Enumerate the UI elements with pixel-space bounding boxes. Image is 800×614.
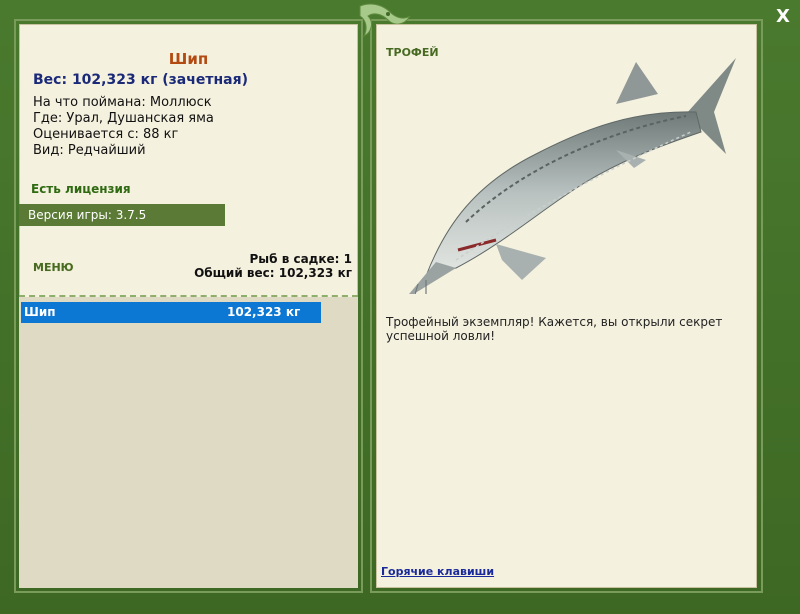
catch-stats: Рыб в садке: 1 Общий вес: 102,323 кг — [194, 252, 352, 280]
license-status: Есть лицензия — [31, 182, 131, 196]
total-weight: Общий вес: 102,323 кг — [194, 266, 352, 280]
close-button[interactable]: X — [772, 6, 794, 28]
fish-name: Шип — [168, 50, 209, 68]
menu-button[interactable]: МЕНЮ — [33, 261, 74, 274]
fish-location: Где: Урал, Душанская яма — [33, 111, 214, 126]
fish-valued-from: Оценивается с: 88 кг — [33, 127, 179, 142]
catch-list — [19, 297, 358, 588]
trophy-description: Трофейный экземпляр! Кажется, вы открыли… — [386, 315, 723, 343]
catch-row-weight: 102,323 кг — [227, 305, 301, 319]
catch-list-row[interactable]: Шип 102,323 кг — [21, 302, 321, 323]
sturgeon-image — [409, 58, 736, 294]
fish-kind: Вид: Редчайший — [33, 143, 146, 158]
catch-row-name: Шип — [24, 305, 56, 319]
trophy-panel: ТРОФЕЙ Трофейный экземпляр! Кажется, вы … — [376, 24, 757, 588]
fish-count: Рыб в садке: 1 — [249, 252, 353, 266]
hotkeys-link[interactable]: Горячие клавиши — [381, 565, 494, 578]
fish-info-panel: Шип Вес: 102,323 кг (зачетная) На что по… — [19, 24, 358, 588]
game-version: Версия игры: 3.7.5 — [19, 204, 225, 226]
fish-weight: Вес: 102,323 кг (зачетная) — [33, 72, 248, 88]
fish-bait: На что поймана: Моллюск — [33, 95, 212, 110]
